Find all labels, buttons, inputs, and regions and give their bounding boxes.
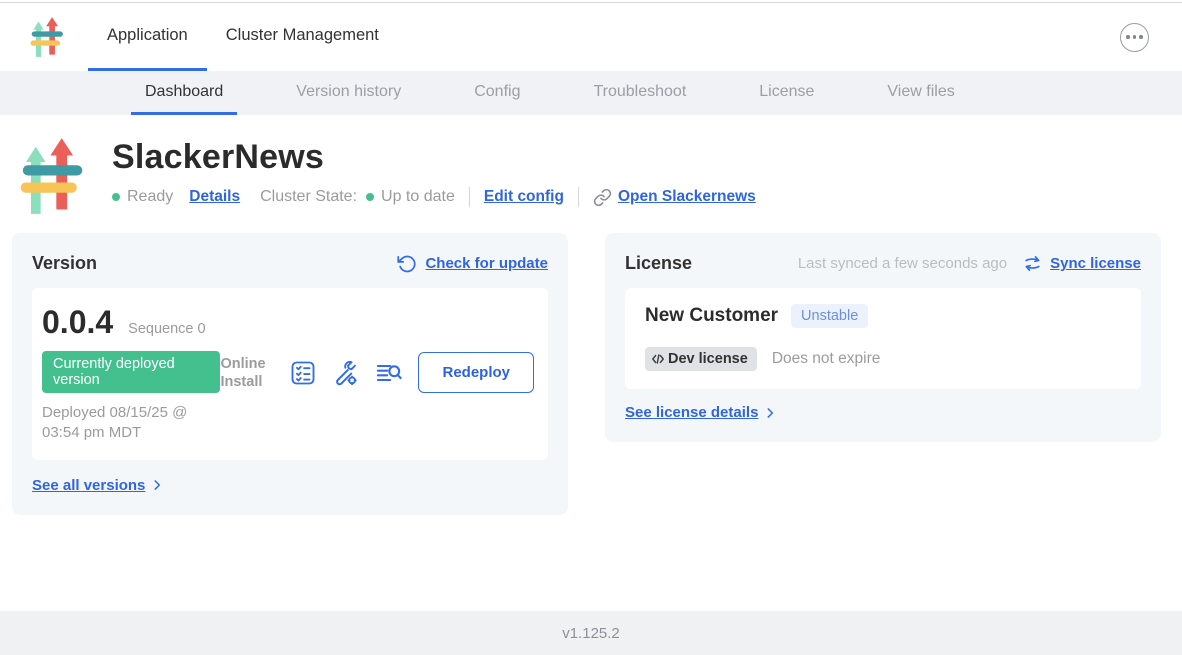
cluster-state-label: Cluster State: <box>260 188 357 206</box>
license-details-panel: New Customer Unstable Dev license Does n… <box>625 288 1141 389</box>
license-card: License Last synced a few seconds ago Sy… <box>605 233 1161 442</box>
open-app-label: Open Slackernews <box>618 188 756 206</box>
tab-application[interactable]: Application <box>88 3 207 71</box>
license-card-title: License <box>625 253 692 274</box>
primary-nav: Application Cluster Management <box>88 3 398 71</box>
sync-license-link[interactable]: Sync license <box>1050 255 1141 272</box>
tab-cluster-management[interactable]: Cluster Management <box>207 3 398 71</box>
dashboard-cards: Version Check for update 0.0.4 Sequence … <box>12 233 1170 515</box>
details-link[interactable]: Details <box>189 188 240 206</box>
code-brackets-icon <box>651 352 665 366</box>
view-files-icon[interactable] <box>375 359 403 387</box>
app-status-row: Ready Details Cluster State: Up to date … <box>112 187 756 207</box>
current-version-panel: 0.0.4 Sequence 0 Currently deployed vers… <box>32 288 548 460</box>
subnav-version-history-label: Version history <box>296 83 401 101</box>
deployed-status-badge: Currently deployed version <box>42 351 220 393</box>
deployed-timestamp: Deployed 08/15/25 @ 03:54 pm MDT <box>42 403 220 444</box>
app-logo-large <box>18 136 86 216</box>
customer-name: New Customer <box>645 305 778 327</box>
open-app-link[interactable]: Open Slackernews <box>593 188 756 207</box>
app-logo-icon[interactable] <box>28 16 66 58</box>
license-expiry-text: Does not expire <box>772 350 881 368</box>
subnav-item-license[interactable]: License <box>745 71 828 115</box>
version-card: Version Check for update 0.0.4 Sequence … <box>12 233 568 515</box>
link-chain-icon <box>593 188 612 207</box>
ellipsis-icon <box>1126 35 1130 39</box>
subnav-license-label: License <box>759 83 814 101</box>
subnav-item-config[interactable]: Config <box>460 71 534 115</box>
see-license-details-link[interactable]: See license details <box>625 404 777 421</box>
main-header: Application Cluster Management <box>0 3 1182 71</box>
divider <box>469 187 470 207</box>
page-title: SlackerNews <box>112 138 756 177</box>
version-card-title: Version <box>32 253 97 274</box>
tab-application-label: Application <box>107 26 188 45</box>
more-options-button[interactable] <box>1120 23 1149 52</box>
edit-config-link[interactable]: Edit config <box>484 188 564 206</box>
see-all-versions-label: See all versions <box>32 477 145 494</box>
app-subnav: Dashboard Version history Config Trouble… <box>0 71 1182 115</box>
version-number: 0.0.4 <box>42 304 113 341</box>
license-type-label: Dev license <box>668 351 748 367</box>
preflight-checks-icon[interactable] <box>289 359 317 387</box>
app-hero: SlackerNews Ready Details Cluster State:… <box>0 115 1182 216</box>
chevron-right-icon <box>150 478 164 492</box>
see-license-details-label: See license details <box>625 404 758 421</box>
edit-config-icon[interactable] <box>332 359 360 387</box>
subnav-troubleshoot-label: Troubleshoot <box>593 83 686 101</box>
subnav-view-files-label: View files <box>887 83 954 101</box>
channel-badge: Unstable <box>791 304 868 328</box>
subnav-dashboard-label: Dashboard <box>145 83 223 101</box>
redeploy-button[interactable]: Redeploy <box>418 352 534 393</box>
check-update-icon <box>397 254 417 274</box>
version-sequence: Sequence 0 <box>128 321 205 337</box>
license-type-badge: Dev license <box>645 347 757 371</box>
chevron-right-icon <box>763 406 777 420</box>
app-status-dot <box>112 193 120 201</box>
tab-cluster-management-label: Cluster Management <box>226 26 379 45</box>
install-type-label: Online Install <box>220 355 274 391</box>
sync-icon <box>1023 254 1042 273</box>
subnav-item-dashboard[interactable]: Dashboard <box>131 71 237 115</box>
check-for-update-link[interactable]: Check for update <box>425 255 548 272</box>
last-synced-text: Last synced a few seconds ago <box>798 255 1007 272</box>
subnav-item-troubleshoot[interactable]: Troubleshoot <box>579 71 700 115</box>
divider <box>578 187 579 207</box>
app-footer: v1.125.2 <box>0 611 1182 655</box>
subnav-config-label: Config <box>474 83 520 101</box>
console-version: v1.125.2 <box>562 625 620 642</box>
subnav-item-view-files[interactable]: View files <box>873 71 968 115</box>
cluster-state-text: Up to date <box>381 188 455 206</box>
subnav-item-version-history[interactable]: Version history <box>282 71 415 115</box>
cluster-state-dot <box>366 193 374 201</box>
app-status-text: Ready <box>127 188 173 206</box>
see-all-versions-link[interactable]: See all versions <box>32 477 164 494</box>
